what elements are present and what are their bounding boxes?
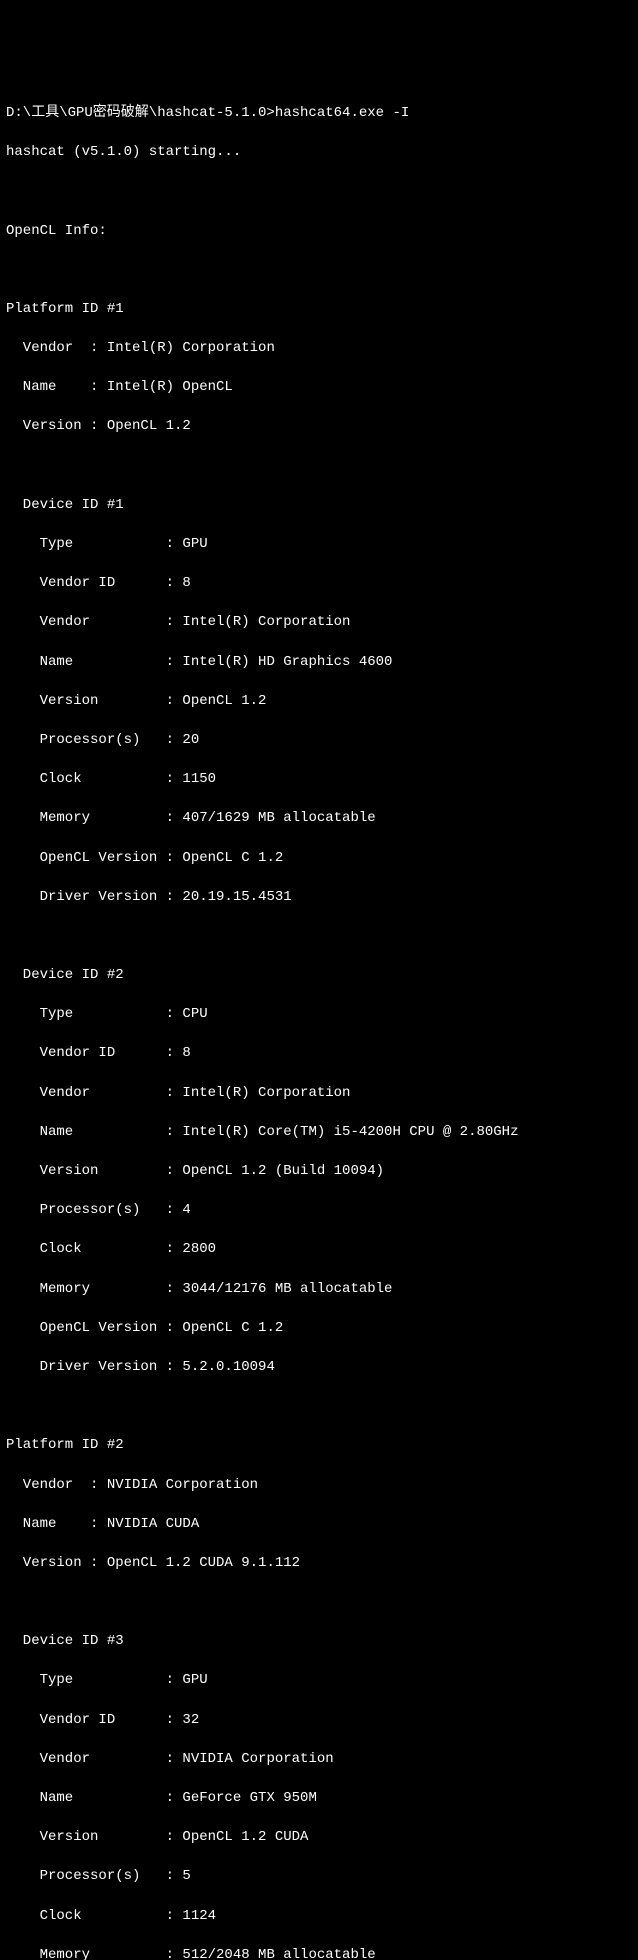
device2-version: Version : OpenCL 1.2 (Build 10094) bbox=[6, 1162, 632, 1182]
blank-line bbox=[6, 1397, 632, 1417]
blank-line bbox=[6, 927, 632, 947]
device1-vendor: Vendor : Intel(R) Corporation bbox=[6, 613, 632, 633]
device2-driver-version: Driver Version : 5.2.0.10094 bbox=[6, 1358, 632, 1378]
platform1-name: Name : Intel(R) OpenCL bbox=[6, 378, 632, 398]
platform2-version: Version : OpenCL 1.2 CUDA 9.1.112 bbox=[6, 1554, 632, 1574]
device3-clock: Clock : 1124 bbox=[6, 1907, 632, 1927]
blank-line bbox=[6, 1593, 632, 1613]
device3-version: Version : OpenCL 1.2 CUDA bbox=[6, 1828, 632, 1848]
platform2-header: Platform ID #2 bbox=[6, 1436, 632, 1456]
terminal-output[interactable]: D:\工具\GPU密码破解\hashcat-5.1.0>hashcat64.ex… bbox=[4, 82, 634, 1960]
device2-header: Device ID #2 bbox=[6, 966, 632, 986]
device1-processors: Processor(s) : 20 bbox=[6, 731, 632, 751]
device3-memory: Memory : 512/2048 MB allocatable bbox=[6, 1946, 632, 1960]
blank-line bbox=[6, 457, 632, 477]
device2-clock: Clock : 2800 bbox=[6, 1240, 632, 1260]
device1-version: Version : OpenCL 1.2 bbox=[6, 692, 632, 712]
device1-type: Type : GPU bbox=[6, 535, 632, 555]
device3-processors: Processor(s) : 5 bbox=[6, 1867, 632, 1887]
device3-vendor: Vendor : NVIDIA Corporation bbox=[6, 1750, 632, 1770]
platform1-vendor: Vendor : Intel(R) Corporation bbox=[6, 339, 632, 359]
device3-name: Name : GeForce GTX 950M bbox=[6, 1789, 632, 1809]
device3-type: Type : GPU bbox=[6, 1671, 632, 1691]
device1-clock: Clock : 1150 bbox=[6, 770, 632, 790]
platform2-name: Name : NVIDIA CUDA bbox=[6, 1515, 632, 1535]
device1-opencl-version: OpenCL Version : OpenCL C 1.2 bbox=[6, 849, 632, 869]
device2-name: Name : Intel(R) Core(TM) i5-4200H CPU @ … bbox=[6, 1123, 632, 1143]
command-line: D:\工具\GPU密码破解\hashcat-5.1.0>hashcat64.ex… bbox=[6, 104, 632, 124]
device2-memory: Memory : 3044/12176 MB allocatable bbox=[6, 1280, 632, 1300]
device2-type: Type : CPU bbox=[6, 1005, 632, 1025]
device2-processors: Processor(s) : 4 bbox=[6, 1201, 632, 1221]
device3-header: Device ID #3 bbox=[6, 1632, 632, 1652]
device1-vendor-id: Vendor ID : 8 bbox=[6, 574, 632, 594]
device2-opencl-version: OpenCL Version : OpenCL C 1.2 bbox=[6, 1319, 632, 1339]
blank-line bbox=[6, 261, 632, 281]
platform1-version: Version : OpenCL 1.2 bbox=[6, 417, 632, 437]
device1-header: Device ID #1 bbox=[6, 496, 632, 516]
device2-vendor-id: Vendor ID : 8 bbox=[6, 1044, 632, 1064]
device1-memory: Memory : 407/1629 MB allocatable bbox=[6, 809, 632, 829]
platform1-header: Platform ID #1 bbox=[6, 300, 632, 320]
device3-vendor-id: Vendor ID : 32 bbox=[6, 1711, 632, 1731]
device1-name: Name : Intel(R) HD Graphics 4600 bbox=[6, 653, 632, 673]
opencl-info-header: OpenCL Info: bbox=[6, 222, 632, 242]
starting-line: hashcat (v5.1.0) starting... bbox=[6, 143, 632, 163]
platform2-vendor: Vendor : NVIDIA Corporation bbox=[6, 1476, 632, 1496]
device2-vendor: Vendor : Intel(R) Corporation bbox=[6, 1084, 632, 1104]
device1-driver-version: Driver Version : 20.19.15.4531 bbox=[6, 888, 632, 908]
blank-line bbox=[6, 182, 632, 202]
